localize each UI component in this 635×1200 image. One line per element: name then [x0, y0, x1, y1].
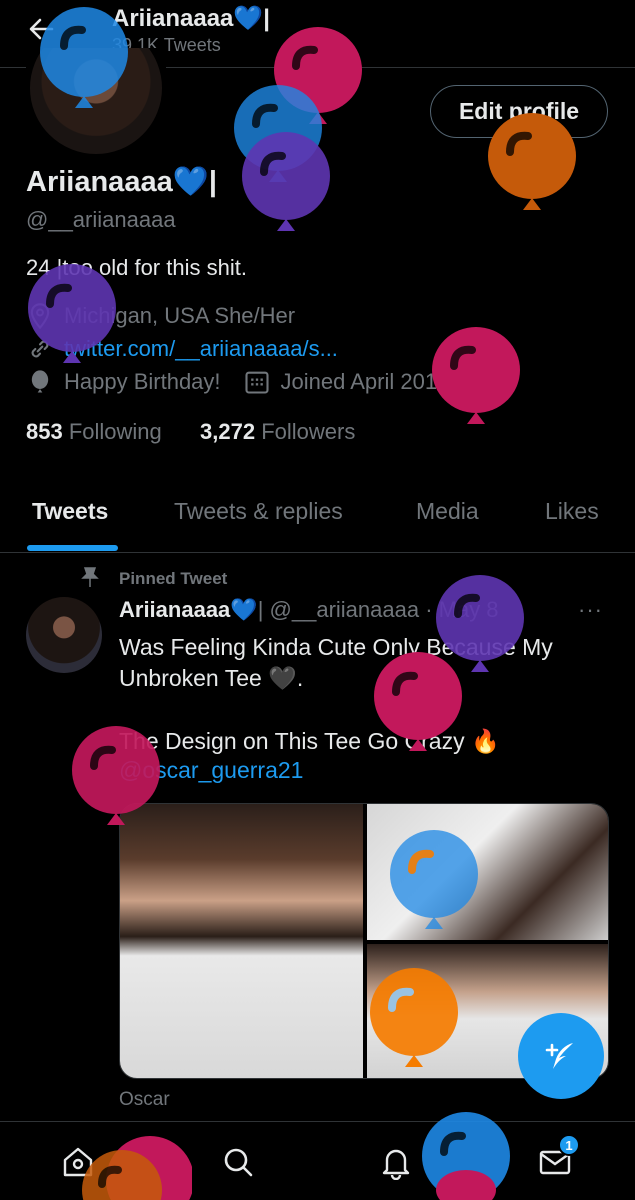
balloon-pink-icon [374, 652, 462, 751]
balloon-blue-icon [390, 830, 478, 929]
followers-count: 3,272 [200, 419, 256, 444]
joined-text: Joined April 2011 [280, 369, 448, 394]
active-tab-indicator [27, 545, 118, 551]
messages-badge: 1 [558, 1134, 580, 1156]
profile-stats: 853 Following 3,272 Followers [26, 419, 355, 445]
tab-tweets-replies[interactable]: Tweets & replies [174, 498, 343, 525]
media-tag-caption[interactable]: Oscar [119, 1089, 170, 1111]
tweet-text-end: . [296, 665, 304, 691]
blue-heart-icon: 💙 [230, 597, 258, 622]
profile-handle: @__ariianaaaa [26, 207, 176, 232]
following-count: 853 [26, 419, 63, 444]
profile-name: Ariianaaaa💙| [26, 165, 217, 199]
following-link[interactable]: 853 Following [26, 419, 162, 444]
tweet-photo-1[interactable] [120, 804, 363, 1078]
balloon-blue-icon [40, 7, 128, 108]
balloon-pink-orange-icon [82, 1136, 192, 1200]
tab-media[interactable]: Media [416, 498, 479, 525]
balloon-pink-icon [432, 327, 520, 424]
header-name: Ariianaaaa [112, 5, 234, 32]
tweet-text-second: The Design on This Tee Go Crazy 🔥 [119, 726, 589, 757]
tweet-author-name: Ariianaaaa [119, 597, 231, 622]
followers-label: Followers [261, 419, 356, 444]
profile-tabs: Tweets Tweets & replies Media Likes [0, 485, 635, 553]
profile-name-text: Ariianaaaa [26, 166, 173, 198]
blue-heart-icon: 💙 [172, 166, 209, 198]
name-separator: | [208, 166, 217, 198]
header-title: Ariianaaaa💙| [112, 4, 270, 33]
tweet-avatar[interactable] [26, 597, 102, 673]
pinned-label: Pinned Tweet [119, 569, 228, 588]
feather-plus-icon [545, 1043, 573, 1069]
fire-icon: 🔥 [471, 728, 500, 754]
black-heart-icon: 🖤 [268, 665, 297, 691]
balloon-blue-icon [422, 1112, 510, 1200]
name-separator: | [257, 597, 270, 622]
followers-link[interactable]: 3,272 Followers [200, 419, 355, 444]
more-options-icon[interactable]: ··· [578, 597, 603, 623]
balloon-pink-icon [72, 726, 160, 825]
calendar-icon [244, 371, 269, 394]
blue-heart-icon: 💙 [233, 5, 264, 32]
compose-tweet-button[interactable] [518, 1013, 604, 1099]
pin-icon [81, 567, 99, 587]
search-icon[interactable] [220, 1144, 256, 1180]
tab-likes[interactable]: Likes [545, 498, 599, 525]
balloon-purple-icon [28, 264, 116, 363]
following-label: Following [68, 419, 162, 444]
balloon-purple-icon [242, 132, 330, 231]
balloon-orange-icon [488, 113, 576, 210]
tab-tweets[interactable]: Tweets [32, 498, 108, 525]
notifications-bell-icon[interactable] [378, 1144, 414, 1180]
name-separator: | [263, 5, 271, 32]
balloon-orange-icon [370, 968, 458, 1067]
